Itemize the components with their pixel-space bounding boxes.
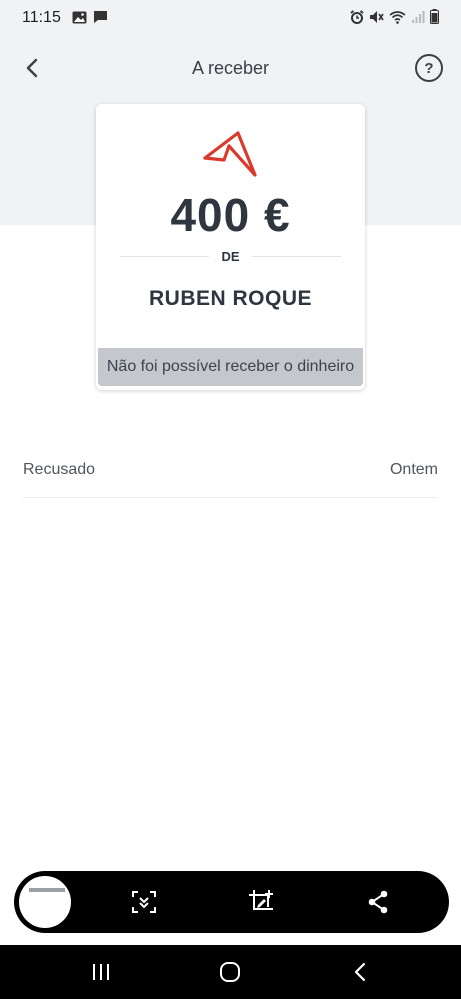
- app-logo-icon: [203, 131, 257, 177]
- help-button[interactable]: ?: [415, 54, 443, 82]
- system-back-icon: [354, 962, 366, 982]
- system-back-button[interactable]: [346, 958, 374, 986]
- transfer-card: 400 € DE RUBEN ROQUE Não foi possível re…: [96, 104, 365, 390]
- status-label: Recusado: [23, 461, 96, 478]
- crop-edit-button[interactable]: [247, 888, 275, 916]
- home-icon: [220, 962, 240, 982]
- status-date: Ontem: [389, 461, 438, 478]
- recent-apps-icon: [93, 964, 109, 980]
- system-nav-bar: [0, 945, 461, 999]
- status-bar: 11:15: [0, 0, 461, 36]
- scroll-capture-icon: [132, 891, 156, 913]
- signal-icon: [412, 10, 425, 23]
- battery-icon: [430, 9, 439, 24]
- home-button[interactable]: [216, 958, 244, 986]
- wifi-icon: [389, 10, 406, 24]
- mute-icon: [370, 10, 384, 23]
- message-notification-icon: [94, 11, 107, 23]
- app-bar: A receber ?: [0, 46, 461, 90]
- screenshot-thumbnail[interactable]: [17, 874, 73, 930]
- status-detail-row: Recusado Ontem: [23, 450, 438, 498]
- transfer-amount: 400 €: [170, 189, 291, 241]
- status-time: 11:15: [22, 9, 61, 26]
- crop-edit-icon: [249, 890, 273, 910]
- sender-name: RUBEN ROQUE: [148, 287, 312, 310]
- page-title: A receber: [191, 58, 270, 78]
- share-icon: [368, 890, 388, 914]
- gallery-notification-icon: [72, 11, 87, 23]
- scroll-capture-button[interactable]: [130, 888, 158, 916]
- from-divider: DE: [120, 248, 341, 264]
- alarm-icon: [350, 9, 364, 24]
- thumbnail-preview-bar: [29, 888, 65, 892]
- divider-line-right: [251, 255, 341, 257]
- help-icon: ?: [424, 59, 434, 77]
- transfer-status-strip: Não foi possível receber o dinheiro: [98, 348, 363, 386]
- screenshot-toolbar: [14, 871, 449, 933]
- share-button[interactable]: [364, 888, 392, 916]
- divider-line-left: [120, 255, 210, 257]
- from-label: DE: [221, 248, 240, 264]
- recent-apps-button[interactable]: [87, 958, 115, 986]
